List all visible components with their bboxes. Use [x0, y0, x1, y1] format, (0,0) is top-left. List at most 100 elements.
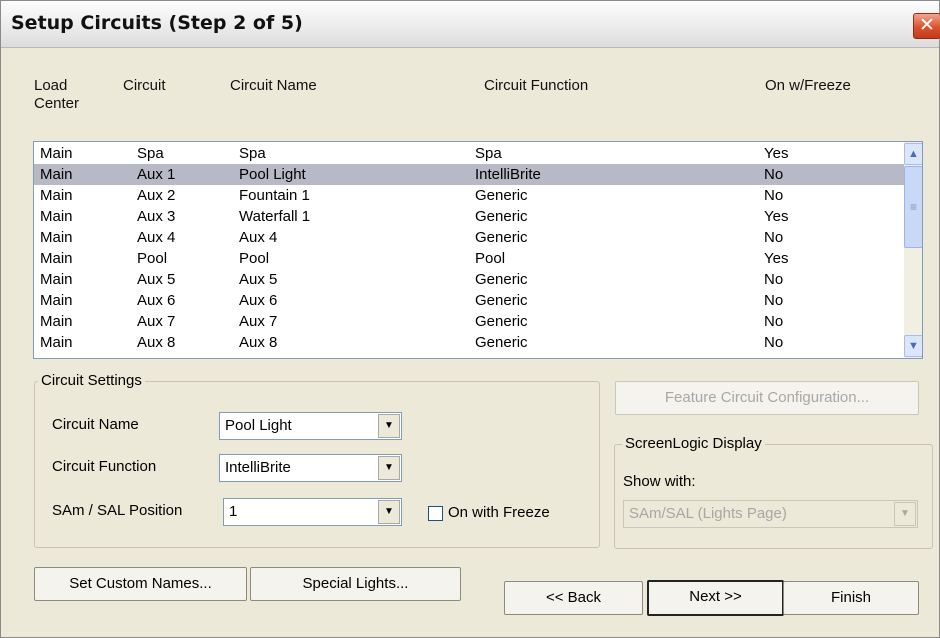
- table-cell-freeze: No: [764, 229, 784, 246]
- table-cell-circuit: Aux 2: [137, 187, 176, 204]
- table-cell-name: Fountain 1: [239, 187, 310, 204]
- table-cell-freeze: Yes: [764, 208, 789, 225]
- table-cell-load-center: Main: [40, 145, 73, 162]
- table-cell-name: Aux 8: [239, 334, 278, 351]
- table-cell-load-center: Main: [40, 208, 73, 225]
- table-cell-function: Generic: [475, 229, 528, 246]
- table-cell-load-center: Main: [40, 334, 73, 351]
- table-cell-name: Aux 7: [239, 313, 278, 330]
- table-cell-name: Waterfall 1: [239, 208, 311, 225]
- table-cell-freeze: No: [764, 166, 784, 183]
- table-cell-name: Aux 4: [239, 229, 278, 246]
- circuit-function-label: Circuit Function: [52, 458, 157, 475]
- table-row[interactable]: Main Aux 5 Aux 5 Generic No: [34, 269, 904, 290]
- table-row[interactable]: Main Aux 1 Pool Light IntelliBrite No: [34, 164, 904, 185]
- circuit-name-value: Pool Light: [225, 417, 292, 434]
- table-cell-function: Spa: [475, 145, 502, 162]
- table-cell-freeze: No: [764, 292, 784, 309]
- table-cell-circuit: Aux 8: [137, 334, 176, 351]
- table-cell-function: Pool: [475, 250, 506, 267]
- table-cell-function: Generic: [475, 271, 528, 288]
- show-with-value: SAm/SAL (Lights Page): [629, 505, 787, 522]
- table-cell-circuit: Aux 4: [137, 229, 176, 246]
- table-cell-circuit: Pool: [137, 250, 168, 267]
- setup-circuits-dialog: Setup Circuits (Step 2 of 5) ✕ Load Cent…: [0, 0, 940, 638]
- table-cell-circuit: Aux 3: [137, 208, 176, 225]
- table-cell-load-center: Main: [40, 166, 73, 183]
- table-row[interactable]: Main Aux 3 Waterfall 1 Generic Yes: [34, 206, 904, 227]
- list-scrollbar[interactable]: ▲ ≡ ▼: [904, 142, 922, 358]
- close-icon: ✕: [919, 14, 935, 36]
- table-cell-freeze: No: [764, 313, 784, 330]
- back-button[interactable]: << Back: [504, 581, 643, 615]
- table-row[interactable]: Main Aux 7 Aux 7 Generic No: [34, 311, 904, 332]
- circuit-function-select[interactable]: IntelliBrite ▼: [219, 454, 402, 482]
- screenlogic-display-group: [614, 444, 933, 549]
- table-row[interactable]: Main Aux 4 Aux 4 Generic No: [34, 227, 904, 248]
- table-cell-name: Aux 6: [239, 292, 278, 309]
- chevron-down-icon[interactable]: ▼: [378, 456, 400, 480]
- show-with-select[interactable]: SAm/SAL (Lights Page) ▼: [623, 500, 918, 528]
- sam-sal-position-value: 1: [229, 503, 238, 520]
- column-header-circuit: Circuit: [123, 77, 166, 94]
- table-row[interactable]: Main Pool Pool Pool Yes: [34, 248, 904, 269]
- finish-button[interactable]: Finish: [783, 581, 919, 615]
- table-cell-freeze: No: [764, 187, 784, 204]
- table-cell-load-center: Main: [40, 292, 73, 309]
- table-row[interactable]: Main Aux 2 Fountain 1 Generic No: [34, 185, 904, 206]
- table-row[interactable]: Main Aux 8 Aux 8 Generic No: [34, 332, 904, 353]
- table-cell-function: Generic: [475, 334, 528, 351]
- table-row[interactable]: Main Aux 6 Aux 6 Generic No: [34, 290, 904, 311]
- table-cell-function: IntelliBrite: [475, 166, 541, 183]
- sam-sal-position-select[interactable]: 1 ▼: [223, 498, 402, 526]
- scroll-up-button[interactable]: ▲: [904, 143, 922, 165]
- table-cell-circuit: Aux 1: [137, 166, 176, 183]
- table-cell-load-center: Main: [40, 250, 73, 267]
- table-cell-freeze: No: [764, 334, 784, 351]
- sam-sal-position-label: SAm / SAL Position: [52, 502, 183, 519]
- table-cell-freeze: No: [764, 271, 784, 288]
- dialog-title: Setup Circuits (Step 2 of 5): [11, 12, 303, 34]
- table-cell-function: Generic: [475, 208, 528, 225]
- circuit-name-select[interactable]: Pool Light ▼: [219, 412, 402, 440]
- chevron-down-icon[interactable]: ▼: [378, 500, 400, 524]
- circuit-settings-legend: Circuit Settings: [38, 372, 145, 390]
- table-cell-circuit: Aux 6: [137, 292, 176, 309]
- table-cell-load-center: Main: [40, 187, 73, 204]
- next-button[interactable]: Next >>: [647, 580, 784, 616]
- table-cell-freeze: Yes: [764, 145, 789, 162]
- table-cell-circuit: Aux 5: [137, 271, 176, 288]
- column-header-circuit-function: Circuit Function: [484, 77, 589, 94]
- column-header-load-center: Load Center: [34, 77, 80, 112]
- on-with-freeze-checkbox[interactable]: [428, 506, 443, 521]
- table-cell-circuit: Aux 7: [137, 313, 176, 330]
- table-cell-circuit: Spa: [137, 145, 164, 162]
- table-cell-freeze: Yes: [764, 250, 789, 267]
- table-cell-name: Pool Light: [239, 166, 306, 183]
- column-header-on-with-freeze: On w/Freeze: [765, 77, 851, 94]
- chevron-down-icon[interactable]: ▼: [378, 414, 400, 438]
- table-cell-function: Generic: [475, 313, 528, 330]
- table-cell-load-center: Main: [40, 229, 73, 246]
- table-cell-load-center: Main: [40, 313, 73, 330]
- grip-icon: ≡: [909, 200, 917, 214]
- table-cell-name: Spa: [239, 145, 266, 162]
- show-with-label: Show with:: [623, 473, 696, 490]
- chevron-down-icon[interactable]: ▼: [894, 502, 916, 526]
- scroll-thumb[interactable]: ≡: [904, 166, 922, 248]
- column-header-circuit-name: Circuit Name: [230, 77, 317, 94]
- close-button[interactable]: ✕: [913, 13, 940, 39]
- set-custom-names-button[interactable]: Set Custom Names...: [34, 567, 247, 601]
- table-row[interactable]: Main Spa Spa Spa Yes: [34, 143, 904, 164]
- screenlogic-display-legend: ScreenLogic Display: [622, 435, 765, 453]
- circuit-name-label: Circuit Name: [52, 416, 139, 433]
- scroll-down-button[interactable]: ▼: [904, 335, 922, 357]
- table-cell-name: Pool: [239, 250, 270, 267]
- on-with-freeze-label: On with Freeze: [448, 504, 550, 521]
- chevron-down-icon: ▼: [908, 340, 919, 352]
- feature-circuit-configuration-button[interactable]: Feature Circuit Configuration...: [615, 381, 919, 415]
- circuit-function-value: IntelliBrite: [225, 459, 291, 476]
- special-lights-button[interactable]: Special Lights...: [250, 567, 461, 601]
- circuits-list[interactable]: Main Spa Spa Spa Yes Main Aux 1 Pool Light Intel…: [33, 141, 923, 359]
- title-bar[interactable]: Setup Circuits (Step 2 of 5) ✕: [1, 1, 940, 48]
